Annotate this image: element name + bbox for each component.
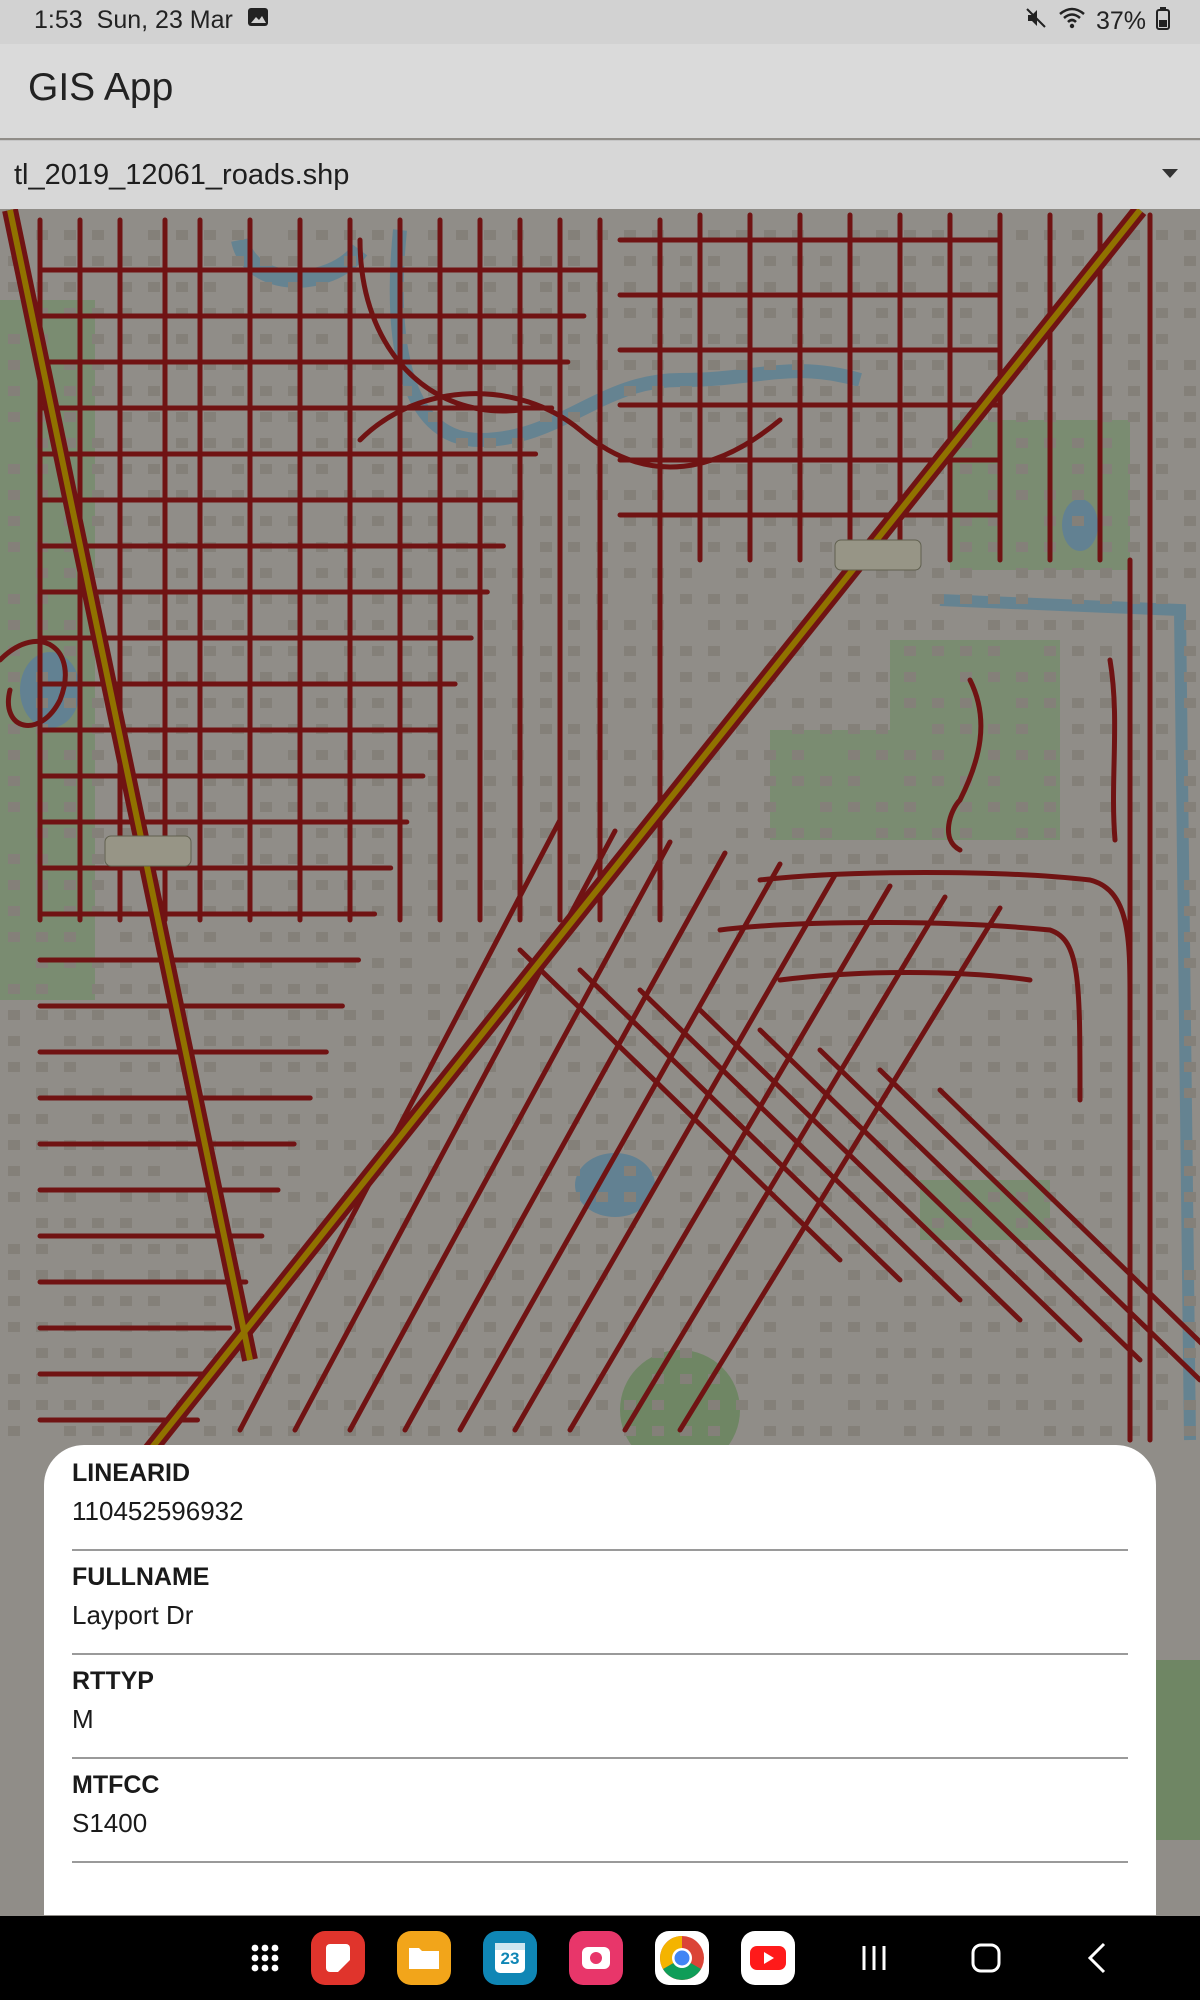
home-icon[interactable] bbox=[964, 1936, 1008, 1980]
youtube-app-icon[interactable] bbox=[741, 1931, 795, 1985]
property-row-mtfcc: MTFCC S1400 bbox=[72, 1757, 1128, 1863]
apps-grid-icon[interactable] bbox=[238, 1931, 292, 1985]
layer-dropdown[interactable]: tl_2019_12061_roads.shp bbox=[0, 140, 1200, 209]
status-date: Sun, 23 Mar bbox=[96, 6, 233, 34]
battery-icon bbox=[1156, 6, 1170, 37]
property-key: RTTYP bbox=[72, 1667, 154, 1695]
camera-app-icon[interactable] bbox=[569, 1931, 623, 1985]
back-icon[interactable] bbox=[1076, 1936, 1120, 1980]
feature-info-sheet: LINEARID 110452596932 FULLNAME Layport D… bbox=[44, 1445, 1156, 1915]
property-row-fullname: FULLNAME Layport Dr bbox=[72, 1549, 1128, 1655]
calendar-app-icon[interactable]: 23 bbox=[483, 1931, 537, 1985]
property-key: LINEARID bbox=[72, 1459, 191, 1487]
recents-icon[interactable] bbox=[852, 1936, 896, 1980]
status-time: 1:53 bbox=[34, 6, 83, 34]
calendar-date-label: 23 bbox=[500, 1949, 520, 1968]
chevron-down-icon bbox=[1162, 169, 1178, 178]
property-value: Layport Dr bbox=[72, 1600, 194, 1630]
property-value: M bbox=[72, 1704, 94, 1734]
notes-app-icon[interactable] bbox=[311, 1931, 365, 1985]
property-value: 110452596932 bbox=[72, 1496, 244, 1526]
app-bar: GIS App bbox=[0, 44, 1200, 138]
layer-dropdown-value: tl_2019_12061_roads.shp bbox=[14, 159, 350, 191]
property-key: FULLNAME bbox=[72, 1563, 210, 1591]
status-bar: 1:53 Sun, 23 Mar 37% bbox=[0, 0, 1200, 44]
property-value: S1400 bbox=[72, 1808, 148, 1838]
property-row-rttyp: RTTYP M bbox=[72, 1653, 1128, 1759]
battery-percent: 37% bbox=[1095, 7, 1146, 35]
property-key: MTFCC bbox=[72, 1771, 160, 1799]
app-title: GIS App bbox=[28, 66, 174, 109]
navigation-bar: 23 bbox=[0, 1916, 1200, 2000]
chrome-app-icon[interactable] bbox=[655, 1931, 709, 1985]
mute-icon bbox=[1024, 6, 1048, 37]
files-app-icon[interactable] bbox=[397, 1931, 451, 1985]
wifi-icon bbox=[1058, 6, 1086, 37]
property-row-linearid: LINEARID 110452596932 bbox=[72, 1445, 1128, 1551]
gallery-icon bbox=[247, 6, 269, 35]
